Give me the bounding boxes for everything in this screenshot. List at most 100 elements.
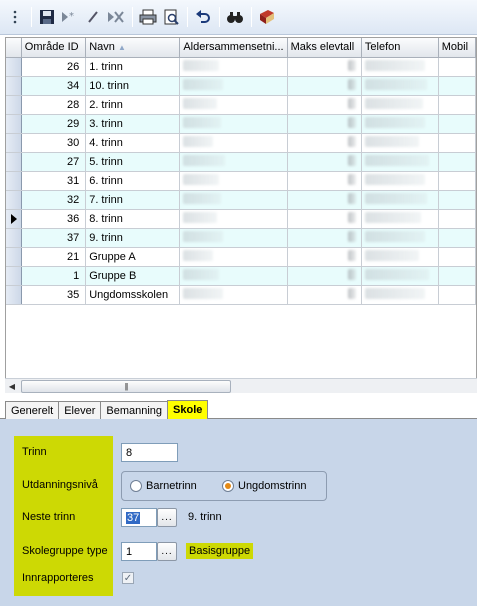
table-row[interactable]: 29 3. trinn [6, 114, 476, 134]
cell-telefon[interactable] [361, 266, 439, 286]
cell-navn[interactable]: 4. trinn [85, 133, 181, 153]
edit-icon[interactable] [82, 6, 104, 28]
cell-navn[interactable]: 5. trinn [85, 152, 181, 172]
cell-omrade-id[interactable]: 32 [21, 190, 87, 210]
cell-aldersammensetning[interactable] [179, 247, 288, 267]
table-row[interactable]: 28 2. trinn [6, 95, 476, 115]
cell-maks-elevtall[interactable] [287, 133, 362, 153]
cell-telefon[interactable] [361, 76, 439, 96]
skolegruppe-lookup-button[interactable]: ... [157, 542, 177, 561]
row-selector[interactable] [6, 228, 22, 248]
delete-icon[interactable] [105, 6, 127, 28]
cell-mobil[interactable] [438, 57, 476, 77]
cell-telefon[interactable] [361, 95, 439, 115]
table-row[interactable]: 1 Gruppe B [6, 266, 476, 286]
cell-maks-elevtall[interactable] [287, 171, 362, 191]
cell-maks-elevtall[interactable] [287, 228, 362, 248]
cell-mobil[interactable] [438, 171, 476, 191]
column-header-maks-elevtall[interactable]: Maks elevtall [287, 38, 362, 58]
cell-mobil[interactable] [438, 266, 476, 286]
cell-omrade-id[interactable]: 37 [21, 228, 87, 248]
skolegruppe-type-input[interactable]: 1 [121, 542, 157, 561]
cell-omrade-id[interactable]: 21 [21, 247, 87, 267]
cell-omrade-id[interactable]: 29 [21, 114, 87, 134]
cell-navn[interactable]: Gruppe B [85, 266, 181, 286]
cell-telefon[interactable] [361, 247, 439, 267]
cell-telefon[interactable] [361, 209, 439, 229]
cell-maks-elevtall[interactable] [287, 114, 362, 134]
row-selector[interactable] [6, 114, 22, 134]
column-header-telefon[interactable]: Telefon [361, 38, 439, 58]
row-selector[interactable] [6, 171, 22, 191]
radio-ungdomstrinn[interactable]: Ungdomstrinn [222, 480, 306, 492]
table-row[interactable]: 34 10. trinn [6, 76, 476, 96]
cell-navn[interactable]: 6. trinn [85, 171, 181, 191]
cell-maks-elevtall[interactable] [287, 190, 362, 210]
cell-telefon[interactable] [361, 152, 439, 172]
cell-telefon[interactable] [361, 228, 439, 248]
cell-mobil[interactable] [438, 190, 476, 210]
cell-maks-elevtall[interactable] [287, 285, 362, 305]
cell-telefon[interactable] [361, 190, 439, 210]
cell-omrade-id[interactable]: 1 [21, 266, 87, 286]
cell-maks-elevtall[interactable] [287, 57, 362, 77]
cell-aldersammensetning[interactable] [179, 95, 288, 115]
cell-aldersammensetning[interactable] [179, 57, 288, 77]
cell-mobil[interactable] [438, 133, 476, 153]
column-header-aldersammensetning[interactable]: Aldersammensetni... [179, 38, 288, 58]
row-selector[interactable] [6, 190, 22, 210]
tab-skole[interactable]: Skole [167, 400, 209, 419]
cell-aldersammensetning[interactable] [179, 266, 288, 286]
row-selector-header[interactable] [6, 38, 22, 58]
cell-mobil[interactable] [438, 114, 476, 134]
tab-generelt[interactable]: Generelt [5, 401, 60, 419]
cell-maks-elevtall[interactable] [287, 266, 362, 286]
column-header-omrade-id[interactable]: Område ID [21, 38, 87, 58]
cell-mobil[interactable] [438, 285, 476, 305]
scrollbar-thumb[interactable]: ||| [21, 380, 231, 393]
cell-mobil[interactable] [438, 76, 476, 96]
row-selector[interactable] [6, 57, 22, 77]
cell-maks-elevtall[interactable] [287, 95, 362, 115]
cell-aldersammensetning[interactable] [179, 171, 288, 191]
cell-telefon[interactable] [361, 285, 439, 305]
cell-mobil[interactable] [438, 247, 476, 267]
data-grid[interactable]: Område ID Navn ▲ Aldersammensetni... Mak… [5, 37, 477, 393]
cell-aldersammensetning[interactable] [179, 209, 288, 229]
cell-mobil[interactable] [438, 228, 476, 248]
cell-navn[interactable]: 2. trinn [85, 95, 181, 115]
cell-omrade-id[interactable]: 34 [21, 76, 87, 96]
cell-telefon[interactable] [361, 114, 439, 134]
cell-navn[interactable]: 7. trinn [85, 190, 181, 210]
table-row[interactable]: 32 7. trinn [6, 190, 476, 210]
cell-aldersammensetning[interactable] [179, 228, 288, 248]
cell-aldersammensetning[interactable] [179, 76, 288, 96]
print-icon[interactable] [137, 6, 159, 28]
cell-navn[interactable]: 9. trinn [85, 228, 181, 248]
find-icon[interactable] [224, 6, 246, 28]
neste-trinn-lookup-button[interactable]: ... [157, 508, 177, 527]
cell-maks-elevtall[interactable] [287, 247, 362, 267]
row-selector[interactable] [6, 133, 22, 153]
tab-bemanning[interactable]: Bemanning [100, 401, 169, 419]
cell-telefon[interactable] [361, 171, 439, 191]
undo-icon[interactable] [192, 6, 214, 28]
cell-aldersammensetning[interactable] [179, 285, 288, 305]
cell-aldersammensetning[interactable] [179, 152, 288, 172]
cell-aldersammensetning[interactable] [179, 114, 288, 134]
row-selector[interactable] [6, 95, 22, 115]
row-selector[interactable] [6, 266, 22, 286]
cell-omrade-id[interactable]: 31 [21, 171, 87, 191]
row-selector[interactable] [6, 152, 22, 172]
table-row[interactable]: 37 9. trinn [6, 228, 476, 248]
cell-mobil[interactable] [438, 95, 476, 115]
cell-maks-elevtall[interactable] [287, 76, 362, 96]
new-record-icon[interactable]: * [59, 6, 81, 28]
cell-navn[interactable]: Ungdomsskolen [85, 285, 181, 305]
cell-navn[interactable]: 1. trinn [85, 57, 181, 77]
column-header-navn[interactable]: Navn ▲ [85, 38, 181, 58]
innrapporteres-checkbox[interactable]: ✓ [122, 572, 134, 584]
cell-telefon[interactable] [361, 133, 439, 153]
table-row[interactable]: 26 1. trinn [6, 57, 476, 77]
horizontal-scrollbar[interactable]: ◀ ||| [5, 378, 477, 393]
